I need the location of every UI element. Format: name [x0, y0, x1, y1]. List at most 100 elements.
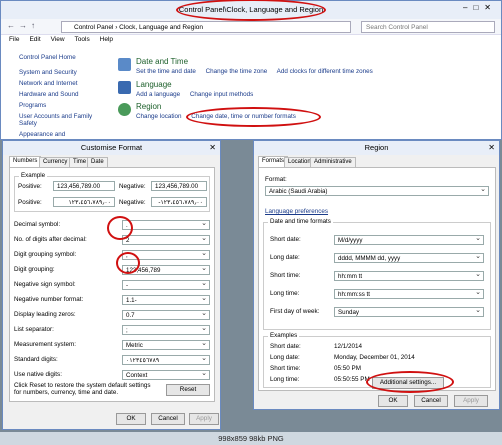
setting-label: Decimal symbol: [14, 221, 61, 228]
example-label: Example [19, 172, 48, 179]
ok-button[interactable]: OK [116, 413, 146, 425]
annotation-ellipse [186, 107, 321, 127]
setting-label: Standard digits: [14, 356, 58, 363]
up-arrow-icon[interactable]: ↑ [31, 21, 35, 30]
numbers-panel: Example Positive: 123,456,789.00 Negativ… [9, 167, 215, 402]
address-bar[interactable]: Control Panel › Clock, Language and Regi… [61, 21, 351, 33]
apply-button[interactable]: Apply [454, 395, 488, 407]
setting-dropdown[interactable]: 0.7 [122, 310, 210, 320]
setting-label: No. of digits after decimal: [14, 236, 87, 243]
setting-label: Display leading zeros: [14, 311, 76, 318]
menu-view[interactable]: View [51, 36, 65, 43]
setting-dropdown[interactable]: ٠١٢٣٤٥٦٧٨٩ [122, 355, 210, 365]
format-field-dropdown[interactable]: dddd, MMMM dd, yyyy [334, 253, 484, 263]
link-input-methods[interactable]: Change input methods [190, 91, 253, 98]
address-bar-row: ← → ↑ Control Panel › Clock, Language an… [1, 19, 501, 35]
group-label: Examples [268, 332, 300, 339]
setting-dropdown[interactable]: 2 [122, 235, 210, 245]
tab-currency[interactable]: Currency [39, 157, 72, 167]
dialog-title-bar: Region ✕ [254, 141, 499, 155]
apply-button[interactable]: Apply [189, 413, 219, 425]
example-group: Example Positive: 123,456,789.00 Negativ… [14, 172, 210, 212]
positive-native-value: ١٢٣،٤٥٦،٧٨٩٫٠٠ [53, 197, 115, 207]
menu-edit[interactable]: Edit [29, 36, 40, 43]
link-time-zone[interactable]: Change the time zone [206, 68, 268, 75]
nav-hardware[interactable]: Hardware and Sound [19, 91, 109, 98]
format-dropdown[interactable]: Arabic (Saudi Arabia) [265, 186, 489, 196]
negative-label: Negative: [119, 199, 146, 206]
tab-strip: Formats Location Administrative [254, 155, 499, 167]
nav-system-security[interactable]: System and Security [19, 69, 109, 76]
link-set-time[interactable]: Set the time and date [136, 68, 196, 75]
format-field-dropdown[interactable]: hh:mm:ss tt [334, 289, 484, 299]
category-title[interactable]: Date and Time [136, 57, 188, 66]
left-nav: Control Panel Home System and Security N… [19, 54, 109, 142]
format-field-label: Short date: [270, 236, 301, 243]
clock-icon [118, 58, 131, 71]
reset-note: Click Reset to restore the system defaul… [14, 382, 151, 396]
ok-button[interactable]: OK [378, 395, 408, 407]
control-panel-window: Control Panel\Clock, Language and Region… [0, 0, 502, 140]
format-field-label: First day of week: [270, 308, 320, 315]
reset-button[interactable]: Reset [166, 384, 210, 396]
link-add-language[interactable]: Add a language [136, 91, 180, 98]
menu-file[interactable]: File [9, 36, 19, 43]
language-preferences-link[interactable]: Language preferences [265, 208, 328, 215]
setting-dropdown[interactable]: Metric [122, 340, 210, 350]
menu-bar: File Edit View Tools Help [1, 36, 501, 48]
format-field-dropdown[interactable]: Sunday [334, 307, 484, 317]
dialog-title: Region [364, 143, 389, 152]
example-label: Short time: [270, 365, 301, 372]
language-icon [118, 81, 131, 94]
link-add-clocks[interactable]: Add clocks for different time zones [277, 68, 373, 75]
forward-arrow-icon[interactable]: → [19, 21, 27, 30]
globe-icon [118, 103, 131, 116]
positive-label: Positive: [18, 183, 42, 190]
setting-dropdown[interactable]: 1.1- [122, 295, 210, 305]
nav-control-panel-home[interactable]: Control Panel Home [19, 54, 109, 61]
setting-label: Negative sign symbol: [14, 281, 76, 288]
category-title[interactable]: Region [136, 102, 161, 111]
setting-label: Use native digits: [14, 371, 62, 378]
annotation-ellipse [366, 371, 454, 393]
nav-user-accounts[interactable]: User Accounts and Family Safety [19, 113, 109, 127]
category-title[interactable]: Language [136, 80, 172, 89]
example-label: Long date: [270, 354, 300, 361]
setting-label: Measurement system: [14, 341, 76, 348]
close-icon[interactable]: ✕ [209, 141, 216, 155]
nav-programs[interactable]: Programs [19, 102, 109, 109]
nav-appearance[interactable]: Appearance and [19, 131, 109, 138]
setting-dropdown[interactable]: Context [122, 370, 210, 380]
annotation-ellipse [176, 0, 326, 21]
tab-date[interactable]: Date [87, 157, 108, 167]
nav-network[interactable]: Network and Internet [19, 80, 109, 87]
format-field-label: Long time: [270, 290, 300, 297]
caption-buttons[interactable]: –□✕ [463, 3, 497, 12]
setting-dropdown[interactable]: . [122, 220, 210, 230]
negative-value: 123,456,789.00 [151, 181, 207, 191]
menu-tools[interactable]: Tools [75, 36, 90, 43]
example-label: Long time: [270, 376, 300, 383]
setting-label: Digit grouping symbol: [14, 251, 77, 258]
tab-numbers[interactable]: Numbers [9, 156, 42, 167]
format-field-dropdown[interactable]: hh:mm tt [334, 271, 484, 281]
search-input[interactable]: Search Control Panel [361, 21, 495, 33]
format-field-dropdown[interactable]: M/d/yyyy [334, 235, 484, 245]
status-bar: 998x859 98kb PNG [0, 432, 502, 445]
cancel-button[interactable]: Cancel [151, 413, 185, 425]
close-icon[interactable]: ✕ [488, 141, 495, 155]
setting-dropdown[interactable]: ; [122, 325, 210, 335]
cancel-button[interactable]: Cancel [414, 395, 448, 407]
tab-administrative[interactable]: Administrative [310, 157, 356, 167]
setting-label: Negative number format: [14, 296, 84, 303]
region-dialog: Region ✕ Formats Location Administrative… [253, 140, 500, 410]
positive-label: Positive: [18, 199, 42, 206]
menu-help[interactable]: Help [100, 36, 113, 43]
setting-label: List separator: [14, 326, 54, 333]
customise-format-dialog: Customise Format ✕ Numbers Currency Time… [2, 140, 221, 430]
format-field-label: Short time: [270, 272, 301, 279]
link-change-location[interactable]: Change location [136, 113, 182, 120]
example-value: 05:50:55 PM [334, 376, 370, 383]
setting-dropdown[interactable]: - [122, 280, 210, 290]
back-arrow-icon[interactable]: ← [7, 21, 15, 30]
